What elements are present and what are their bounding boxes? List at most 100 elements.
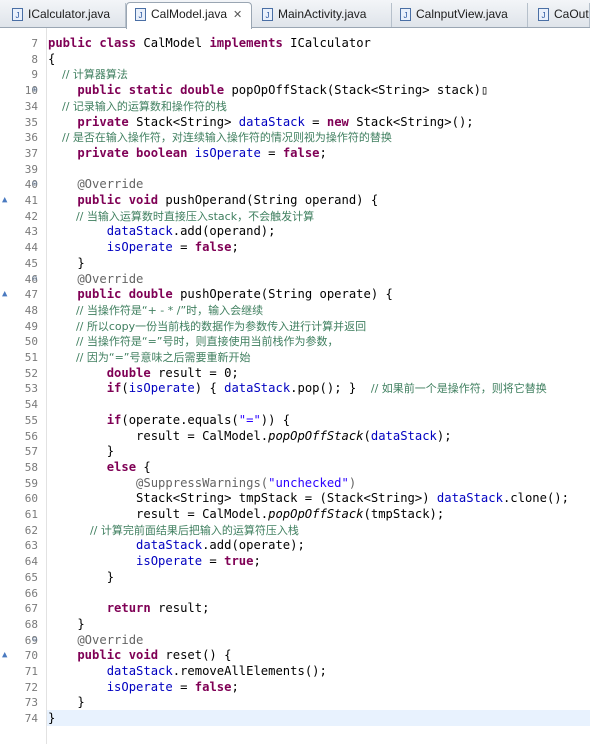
code-line[interactable]: { (48, 52, 55, 68)
line-number-gutter: 7 8 9 10 ⊕ 34 35 36 37 39 40 ⊖ 41 ▲ 42 43 44 45 46 ⊖ 47 ▲ 48 49… (0, 28, 47, 744)
code-token: isOperate (48, 679, 173, 694)
code-token: @Override (48, 177, 144, 192)
code-line[interactable]: @Override (48, 272, 143, 288)
code-line[interactable]: public static double popOpOffStack(Stack… (48, 83, 488, 99)
code-token: ▯ (480, 83, 489, 98)
code-line[interactable]: public void reset() { (48, 648, 231, 664)
tab-mainactivity-java[interactable]: J MainActivity.java (254, 3, 392, 27)
code-area[interactable]: public class CalModel implements ICalcul… (48, 28, 590, 744)
code-line[interactable]: result = CalModel.popOpOffStack(tmpStack… (48, 507, 444, 523)
code-line[interactable]: // 计算完前面结果后把输入的运算符压入栈 (48, 523, 299, 539)
code-line[interactable]: if(operate.equals("=")) { (48, 413, 290, 429)
code-token: ; (231, 679, 239, 694)
line-number: 62 (24, 523, 38, 537)
code-line[interactable]: // 当输入运算数时直接压入stack，不会触发计算 (48, 209, 314, 225)
fold-toggle-icon[interactable]: ⊕ (32, 85, 37, 95)
code-line[interactable]: // 是否在输入操作符，对连续输入操作符的情况则视为操作符的替换 (48, 130, 392, 146)
code-line[interactable]: // 当操作符是“=”号时，则直接使用当前栈作为参数， (48, 334, 339, 350)
code-token: else (48, 459, 144, 474)
line-number: 47 (24, 288, 38, 302)
code-token: Stack<String>(); (356, 114, 474, 129)
code-line[interactable]: public void pushOperand(String operand) … (48, 193, 378, 209)
line-number: 36 (24, 131, 38, 145)
code-token: private (48, 114, 137, 129)
line-number: 37 (24, 146, 38, 160)
code-line[interactable]: isOperate = false; (48, 680, 239, 696)
tab-label: MainActivity.java (278, 7, 367, 21)
code-line[interactable]: else { (48, 460, 151, 476)
tab-caout[interactable]: J CaOut (530, 3, 590, 27)
code-line[interactable]: private boolean isOperate = false; (48, 146, 327, 162)
code-token: ; (319, 145, 327, 160)
code-line[interactable]: } (48, 711, 55, 727)
code-line[interactable]: } (48, 570, 114, 586)
tab-label: CalModel.java (151, 7, 228, 21)
code-token: @Override (48, 271, 144, 286)
line-number: 53 (24, 382, 38, 396)
code-line[interactable]: } (48, 256, 84, 272)
code-token: false (194, 240, 232, 255)
code-token: { (48, 51, 56, 66)
code-token: ) (348, 475, 357, 490)
tab-icalculator-java[interactable]: J ICalculator.java (4, 3, 126, 27)
code-line[interactable]: result = CalModel.popOpOffStack(dataStac… (48, 429, 452, 445)
code-line[interactable]: // 计算器算法 (48, 67, 128, 83)
code-token: @SuppressWarnings( (48, 475, 269, 490)
code-token: return (48, 601, 159, 616)
code-line[interactable]: dataStack.add(operate); (48, 538, 305, 554)
code-line[interactable]: Stack<String> tmpStack = (Stack<String>)… (48, 491, 569, 507)
code-token: double (48, 365, 159, 380)
code-line[interactable]: } (48, 695, 84, 711)
code-token: dataStack (48, 664, 173, 678)
code-line[interactable]: // 因为“=”号意味之后需要重新开始 (48, 350, 251, 366)
line-number: 54 (24, 398, 38, 412)
code-line[interactable]: double result = 0; (48, 366, 239, 382)
fold-toggle-icon[interactable]: ⊖ (32, 179, 37, 189)
code-token: ( (121, 381, 129, 396)
code-line[interactable]: return result; (48, 601, 210, 617)
code-line[interactable]: @SuppressWarnings("unchecked") (48, 476, 356, 492)
code-line[interactable]: } (48, 617, 84, 633)
code-token: dataStack (370, 428, 437, 443)
code-line[interactable]: isOperate = false; (48, 240, 239, 256)
line-number: 66 (24, 586, 38, 600)
code-line[interactable]: // 记录输入的运算数和操作符的栈 (48, 99, 227, 115)
code-line[interactable]: dataStack.removeAllElements(); (48, 664, 327, 680)
line-number: 70 (24, 649, 38, 663)
code-line[interactable]: public class CalModel implements ICalcul… (48, 36, 371, 52)
code-token: // 如果前一个是操作符，则将它替换 (370, 382, 547, 396)
code-line[interactable]: } (48, 444, 114, 460)
code-token: { (143, 459, 151, 474)
code-token: (operate.equals( (121, 412, 239, 427)
code-token: CalModel (143, 36, 210, 50)
code-line[interactable]: public double pushOperate(String operate… (48, 287, 393, 303)
code-token: = (304, 114, 327, 129)
code-line[interactable]: private Stack<String> dataStack = new St… (48, 114, 474, 131)
line-number: 51 (24, 351, 38, 364)
line-number: 34 (24, 99, 38, 113)
fold-toggle-icon[interactable]: ⊖ (32, 635, 37, 645)
code-editor[interactable]: 7 8 9 10 ⊕ 34 35 36 37 39 40 ⊖ 41 ▲ 42 43 44 45 46 ⊖ 47 ▲ 48 49… (0, 28, 590, 744)
code-line[interactable]: @Override (48, 177, 143, 193)
code-line[interactable]: dataStack.add(operand); (48, 224, 276, 240)
fold-toggle-icon[interactable]: ⊖ (32, 274, 37, 284)
code-token: private boolean (48, 145, 195, 160)
code-line[interactable]: isOperate = true; (48, 554, 261, 570)
line-number: 65 (24, 570, 38, 584)
code-line[interactable]: @Override (48, 633, 143, 649)
code-token: .pop(); } (290, 381, 371, 396)
code-token: // 记录输入的运算数和操作符的栈 (48, 99, 227, 113)
code-line[interactable]: // 当操作符是“+ - * /”时，输入会继续 (48, 303, 263, 319)
close-tab-icon[interactable]: ✕ (233, 9, 242, 21)
code-token: Stack<String> tmpStack = (Stack<String>) (48, 491, 437, 506)
line-number: 35 (24, 115, 38, 129)
code-token: result; (158, 601, 210, 616)
line-number: 74 (24, 712, 38, 726)
tab-calnputview-java[interactable]: J CalnputView.java (392, 3, 528, 27)
code-token: (tmpStack); (363, 507, 445, 521)
override-marker-icon: ▲ (2, 650, 8, 661)
code-line[interactable]: if(isOperate) { dataStack.pop(); } // 如果… (48, 381, 547, 397)
code-line[interactable]: // 所以copy一份当前栈的数据作为参数传入进行计算并返回 (48, 319, 366, 335)
override-marker-icon: ▲ (2, 195, 8, 205)
tab-calmodel-java[interactable]: J CalModel.java ✕ (126, 2, 252, 29)
